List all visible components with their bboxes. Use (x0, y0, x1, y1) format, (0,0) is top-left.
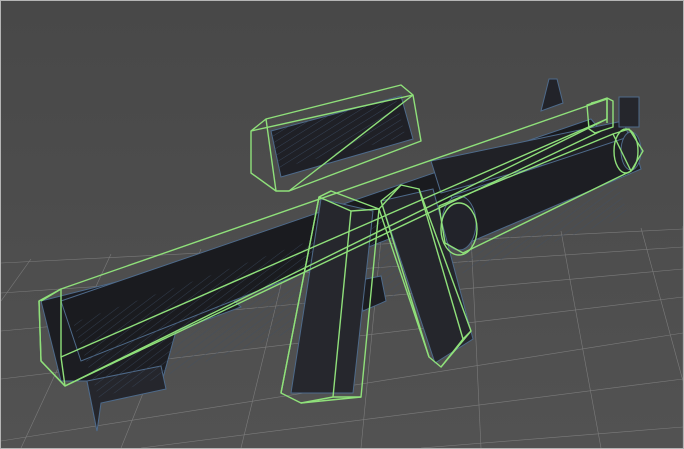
3d-viewport[interactable] (0, 0, 684, 449)
muzzle (618, 96, 640, 128)
viewport-canvas[interactable] (1, 1, 683, 448)
